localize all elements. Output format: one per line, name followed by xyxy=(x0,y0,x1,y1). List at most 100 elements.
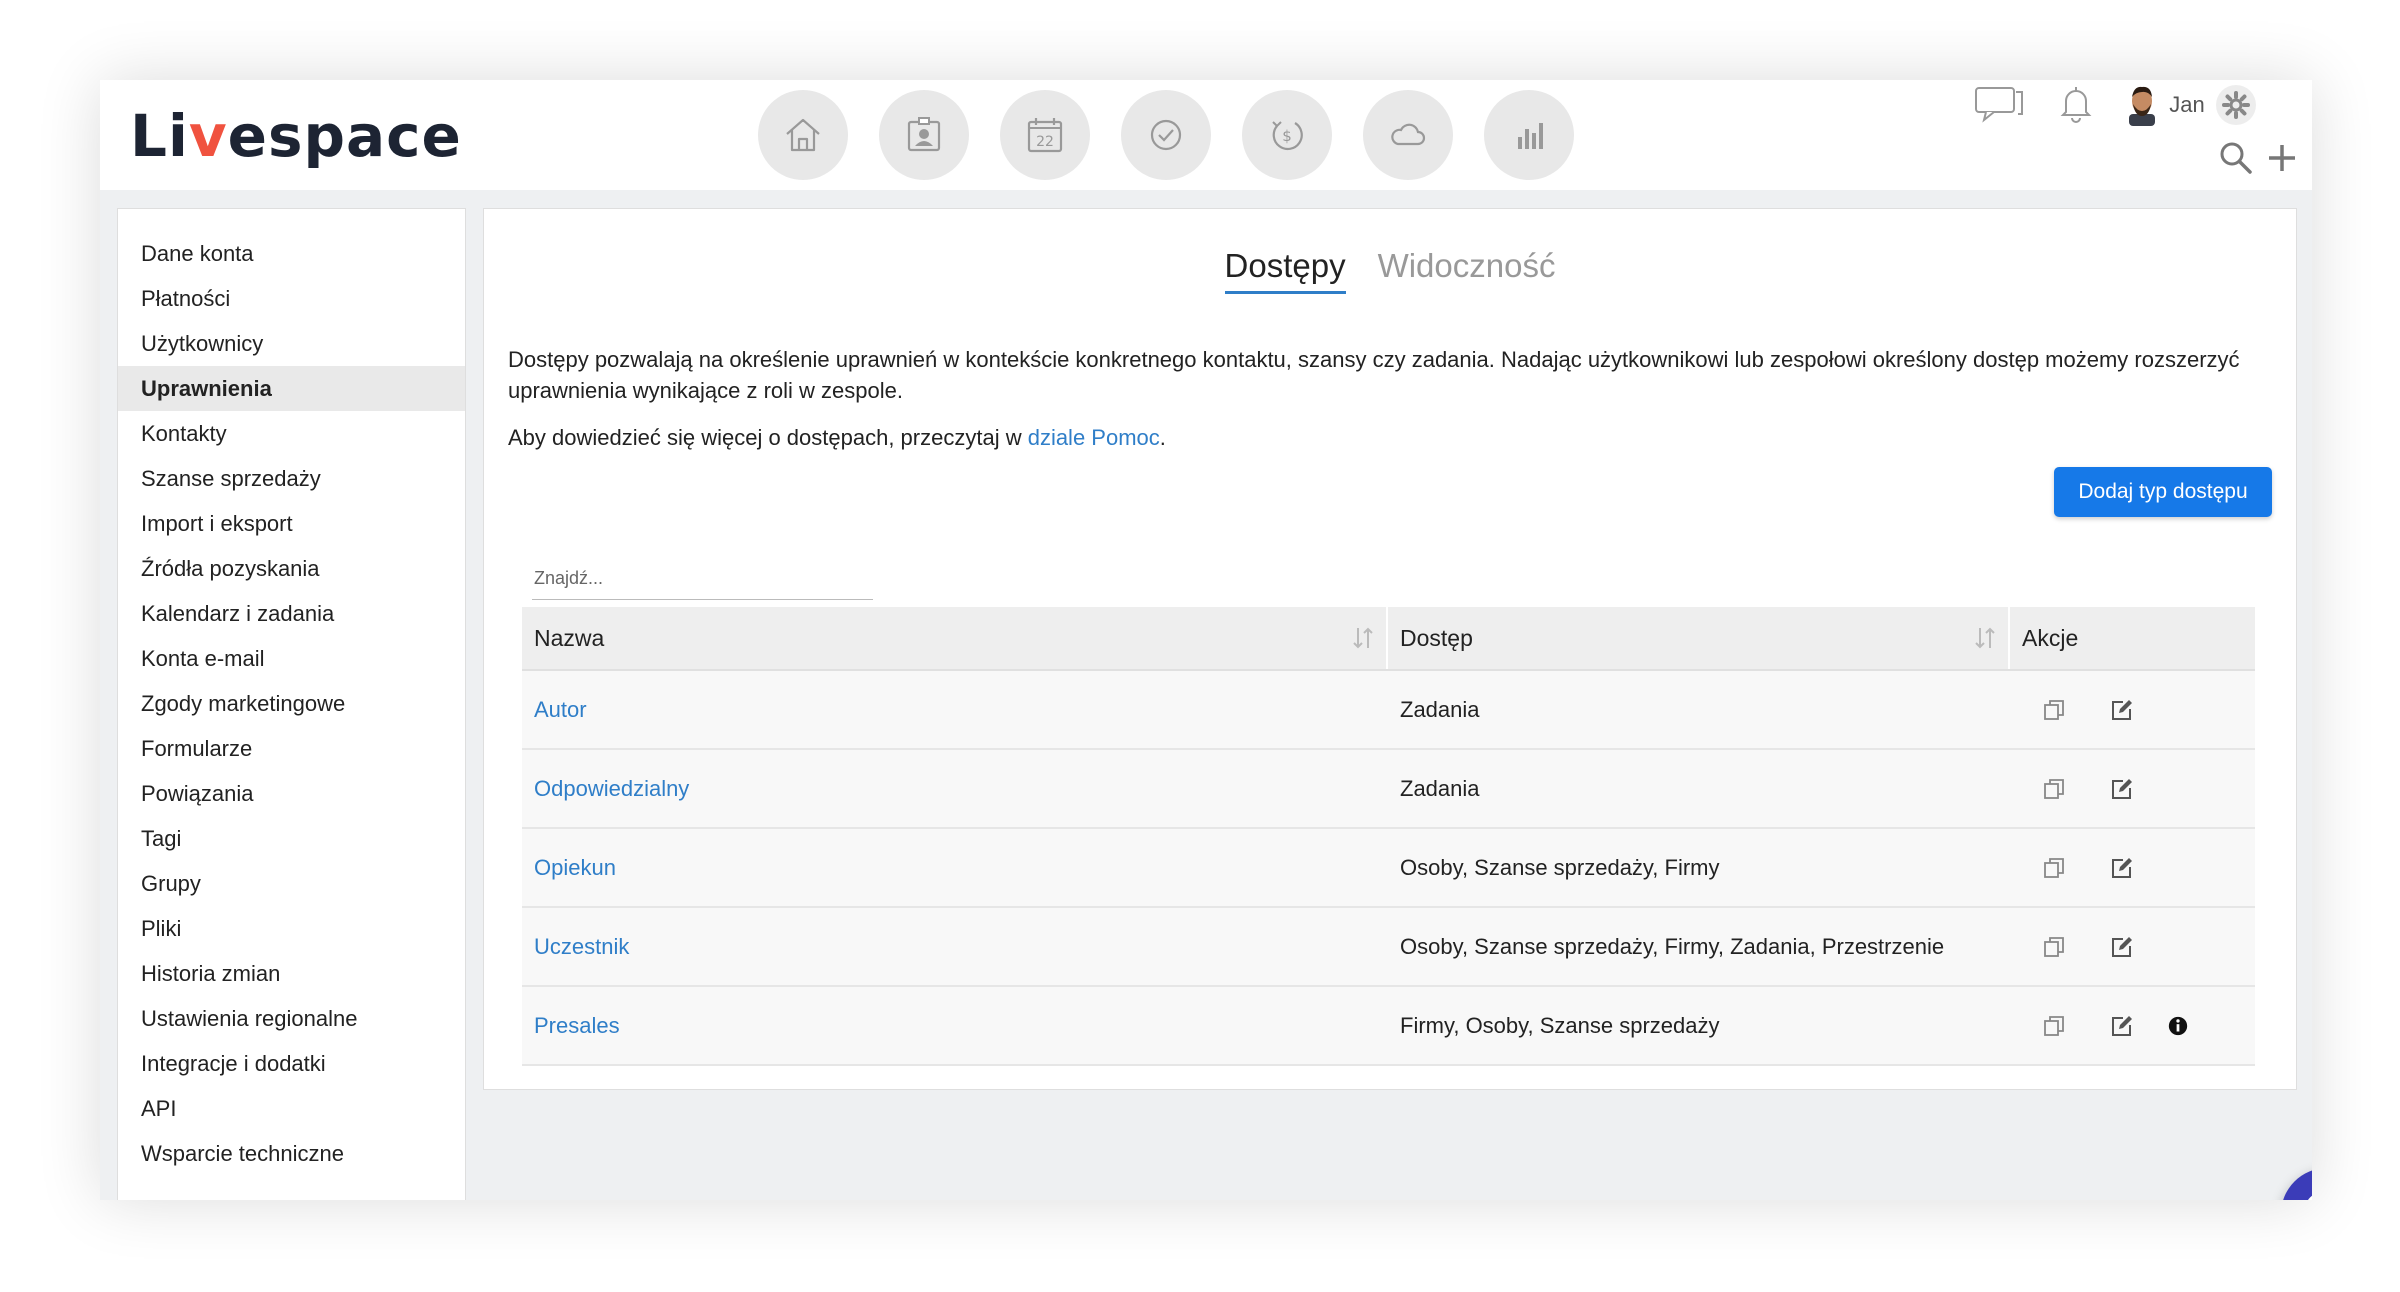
edit-icon[interactable] xyxy=(2108,775,2136,803)
copy-icon[interactable] xyxy=(2040,1012,2068,1040)
nav-cloud-button[interactable] xyxy=(1363,90,1453,180)
user-avatar[interactable] xyxy=(2124,82,2160,128)
sidebar-item[interactable]: Źródła pozyskania xyxy=(118,546,465,591)
sidebar-item[interactable]: Import i eksport xyxy=(118,501,465,546)
tab-widocznosc[interactable]: Widoczność xyxy=(1378,247,1556,294)
home-icon xyxy=(786,118,820,152)
edit-icon[interactable] xyxy=(2108,1012,2136,1040)
description-block: Dostępy pozwalają na określenie uprawnie… xyxy=(508,344,2268,469)
cell-name: Opiekun xyxy=(522,829,1388,906)
search-icon xyxy=(2220,142,2252,174)
sidebar-item[interactable]: Kalendarz i zadania xyxy=(118,591,465,636)
settings-sidebar: Dane konta Płatności Użytkownicy Uprawnieni… xyxy=(117,208,466,1200)
tab-bar: Dostępy Widoczność xyxy=(484,247,2296,294)
sidebar-item[interactable]: Integracje i dodatki xyxy=(118,1041,465,1086)
access-type-link[interactable]: Autor xyxy=(534,697,587,723)
nav-tasks-button[interactable] xyxy=(1121,90,1211,180)
help-link[interactable]: dziale Pomoc xyxy=(1028,425,1160,450)
sort-icon[interactable] xyxy=(1352,625,1374,651)
edit-icon[interactable] xyxy=(2108,933,2136,961)
deals-icon: $ xyxy=(1272,121,1303,151)
calendar-day: 22 xyxy=(1036,134,1054,150)
cell-actions xyxy=(2010,750,2255,827)
sidebar-item[interactable]: Szanse sprzedaży xyxy=(118,456,465,501)
cell-name: Autor xyxy=(522,671,1388,748)
column-header-access[interactable]: Dostęp xyxy=(1388,607,2010,669)
sidebar-item[interactable]: Pliki xyxy=(118,906,465,951)
copy-icon[interactable] xyxy=(2040,933,2068,961)
nav-calendar-button[interactable]: 22 xyxy=(1000,90,1090,180)
main-panel: Dostępy Widoczność Dostępy pozwalają na … xyxy=(483,208,2297,1090)
cell-name: Odpowiedzialny xyxy=(522,750,1388,827)
calendar-icon: 22 xyxy=(1027,118,1063,153)
add-access-type-button[interactable]: Dodaj typ dostępu xyxy=(2054,467,2272,517)
access-type-link[interactable]: Presales xyxy=(534,1013,620,1039)
column-header-name[interactable]: Nazwa xyxy=(522,607,1388,669)
cell-actions xyxy=(2010,671,2255,748)
nav-contacts-button[interactable] xyxy=(879,90,969,180)
copy-icon[interactable] xyxy=(2040,775,2068,803)
table-row: Opiekun Osoby, Szanse sprzedaży, Firmy xyxy=(522,829,2255,908)
table-body: Autor Zadania Odpowiedzialny Zadania Opiekun… xyxy=(522,671,2255,1066)
copy-icon[interactable] xyxy=(2040,696,2068,724)
sidebar-item[interactable]: API xyxy=(118,1086,465,1131)
reports-icon xyxy=(1518,123,1543,149)
cell-actions xyxy=(2010,829,2255,906)
help-search-fab[interactable] xyxy=(2281,1168,2312,1200)
nav-home-button[interactable] xyxy=(758,90,848,180)
sidebar-item[interactable]: Zgody marketingowe xyxy=(118,681,465,726)
cell-access: Osoby, Szanse sprzedaży, Firmy, Zadania,… xyxy=(1400,933,1945,959)
sidebar-item[interactable]: Uprawnienia xyxy=(118,366,465,411)
table-row: Presales Firmy, Osoby, Szanse sprzedaży xyxy=(522,987,2255,1066)
sidebar-item[interactable]: Konta e-mail xyxy=(118,636,465,681)
edit-icon[interactable] xyxy=(2108,854,2136,882)
table-row: Odpowiedzialny Zadania xyxy=(522,750,2255,829)
main-nav: 22 $ xyxy=(758,90,1574,180)
sidebar-item[interactable]: Powiązania xyxy=(118,771,465,816)
access-table: Nazwa Dostęp Akcje Autor Zadania Odpowiedz… xyxy=(522,607,2255,1066)
sidebar-item[interactable]: Użytkownicy xyxy=(118,321,465,366)
plus-icon xyxy=(2269,145,2295,171)
app-window: Livespace 22 $ Jan Dane konta Płatności … xyxy=(100,80,2312,1200)
sidebar-item[interactable]: Grupy xyxy=(118,861,465,906)
tab-dostepy[interactable]: Dostępy xyxy=(1224,247,1346,294)
bell-icon xyxy=(2060,87,2092,123)
tasks-icon xyxy=(1150,119,1182,151)
edit-icon[interactable] xyxy=(2108,696,2136,724)
access-type-link[interactable]: Odpowiedzialny xyxy=(534,776,689,802)
gear-icon xyxy=(2222,91,2250,119)
top-bar: Livespace 22 $ Jan xyxy=(100,80,2312,190)
description-text: Dostępy pozwalają na określenie uprawnie… xyxy=(508,347,2240,403)
livespace-logo[interactable]: Livespace xyxy=(130,96,462,176)
search-input[interactable] xyxy=(532,557,873,600)
sidebar-item[interactable]: Wsparcie techniczne xyxy=(118,1131,465,1176)
sidebar-list: Dane konta Płatności Użytkownicy Uprawnieni… xyxy=(118,209,465,1176)
sidebar-item[interactable]: Ustawienia regionalne xyxy=(118,996,465,1041)
info-icon[interactable] xyxy=(2164,1012,2192,1040)
notifications-button[interactable] xyxy=(2056,80,2096,128)
copy-icon[interactable] xyxy=(2040,854,2068,882)
sidebar-item[interactable]: Tagi xyxy=(118,816,465,861)
sidebar-item[interactable]: Płatności xyxy=(118,276,465,321)
sidebar-item[interactable]: Historia zmian xyxy=(118,951,465,996)
user-name[interactable]: Jan xyxy=(2162,82,2212,128)
help-text: Aby dowiedzieć się więcej o dostępach, p… xyxy=(508,425,1166,450)
access-type-link[interactable]: Uczestnik xyxy=(534,934,629,960)
cell-name: Uczestnik xyxy=(522,908,1388,985)
sort-icon[interactable] xyxy=(1974,625,1996,651)
sidebar-item[interactable]: Dane konta xyxy=(118,231,465,276)
sidebar-item[interactable]: Formularze xyxy=(118,726,465,771)
cell-access: Zadania xyxy=(1400,696,1480,722)
quick-add-button[interactable] xyxy=(2262,136,2302,180)
access-type-link[interactable]: Opiekun xyxy=(534,855,616,881)
nav-deals-button[interactable]: $ xyxy=(1242,90,1332,180)
settings-button[interactable] xyxy=(2216,85,2256,125)
sidebar-item[interactable]: Kontakty xyxy=(118,411,465,456)
chat-button[interactable] xyxy=(1972,80,2028,128)
column-header-actions: Akcje xyxy=(2022,624,2079,651)
global-search-button[interactable] xyxy=(2216,136,2256,180)
cell-actions xyxy=(2010,908,2255,985)
nav-reports-button[interactable] xyxy=(1484,90,1574,180)
cloud-icon xyxy=(1391,123,1426,146)
cell-access: Zadania xyxy=(1400,775,1480,801)
